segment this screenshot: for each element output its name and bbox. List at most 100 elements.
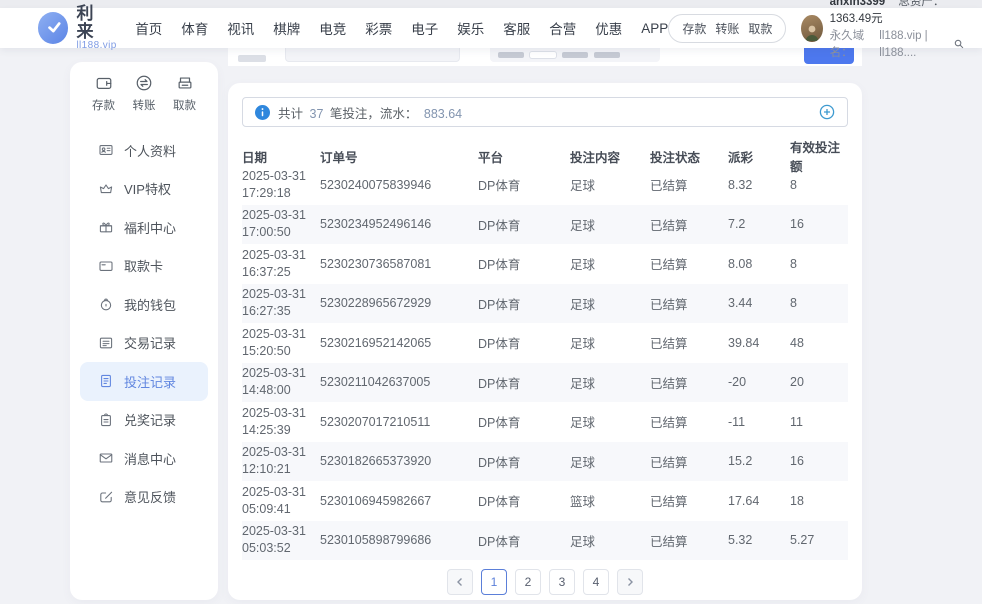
page-button[interactable]: 4 xyxy=(583,569,609,595)
nav-item[interactable]: 棋牌 xyxy=(273,18,300,38)
column-header: 日期 xyxy=(242,147,320,166)
permanent-domain-label: 永久域名： xyxy=(830,28,877,63)
cell-bet-content: 足球 xyxy=(570,412,650,431)
cell-date: 2025-03-31 15:20:50 xyxy=(242,326,320,360)
cell-platform: DP体育 xyxy=(478,175,570,194)
cell-order-number: 5230211042637005 xyxy=(320,375,478,389)
nav-item[interactable]: 电竞 xyxy=(319,18,346,38)
table-row: 2025-03-31 15:20:50 5230216952142065 DP体… xyxy=(242,323,848,363)
next-page-button[interactable] xyxy=(617,569,643,595)
cell-date: 2025-03-31 05:03:52 xyxy=(242,523,320,557)
withdraw-icon xyxy=(176,74,194,92)
turnover-value: 883.64 xyxy=(424,107,462,121)
sidebar-item-label: 投注记录 xyxy=(124,372,176,391)
sidebar-item[interactable]: 消息中心 xyxy=(70,439,218,478)
wallet-link[interactable]: 存款 xyxy=(682,20,706,37)
sidebar-item[interactable]: 投注记录 xyxy=(80,362,208,401)
avatar[interactable] xyxy=(801,15,822,42)
chevron-right-icon xyxy=(625,577,635,587)
pagination: 1234 xyxy=(228,569,862,595)
brand-logo[interactable]: 利来 ll188.vip xyxy=(38,5,118,51)
sidebar-item-label: VIP特权 xyxy=(124,179,171,198)
sidebar-item[interactable]: VIP特权 xyxy=(70,170,218,209)
vip-crown-icon xyxy=(98,181,114,197)
main-nav: 首页体育视讯棋牌电竞彩票电子娱乐客服合营优惠 APP xyxy=(135,18,668,38)
cell-platform: DP体育 xyxy=(478,373,570,392)
nav-item[interactable]: 优惠 xyxy=(595,18,622,38)
sidebar-item[interactable]: 取款卡 xyxy=(70,247,218,286)
table-row: 2025-03-31 05:03:52 5230105898799686 DP体… xyxy=(242,521,848,561)
cell-platform: DP体育 xyxy=(478,333,570,352)
cell-date: 2025-03-31 05:09:41 xyxy=(242,484,320,518)
nav-item[interactable]: 娱乐 xyxy=(457,18,484,38)
user-account-block[interactable]: anxin3399 总资产： 1363.49元 永久域名： ll188.vip … xyxy=(801,0,964,63)
sidebar-item[interactable]: 兑奖记录 xyxy=(70,401,218,440)
search-icon[interactable] xyxy=(954,39,964,51)
bank-card-icon xyxy=(98,258,114,274)
cell-date: 2025-03-31 17:29:18 xyxy=(242,168,320,202)
cell-bet-status: 已结算 xyxy=(650,412,728,431)
cell-valid-bet: 16 xyxy=(790,217,848,231)
quick-action[interactable]: 存款 xyxy=(92,74,115,113)
nav-item[interactable]: 电子 xyxy=(411,18,438,38)
cell-payout: 7.2 xyxy=(728,217,790,231)
bet-records-panel: 共计 37 笔投注，流水： 883.64 日期订单号平台投注内容投注状态派彩有效… xyxy=(228,83,862,600)
summary-prefix: 共计 xyxy=(278,107,303,121)
page-button[interactable]: 2 xyxy=(515,569,541,595)
bottom-strip xyxy=(0,604,982,614)
cell-valid-bet: 5.27 xyxy=(790,533,848,547)
nav-item[interactable]: 首页 xyxy=(135,18,162,38)
username: anxin3399 xyxy=(830,0,886,8)
sidebar-item[interactable]: 个人资料 xyxy=(70,131,218,170)
table-row: 2025-03-31 17:29:18 5230240075839946 DP体… xyxy=(242,165,848,205)
nav-item[interactable]: 视讯 xyxy=(227,18,254,38)
column-header: 有效投注额 xyxy=(790,137,848,175)
sidebar-item[interactable]: 交易记录 xyxy=(70,324,218,363)
transactions-icon xyxy=(98,335,114,351)
wallet-link[interactable]: 取款 xyxy=(748,20,772,37)
page-button[interactable]: 1 xyxy=(481,569,507,595)
quick-action[interactable]: 取款 xyxy=(173,74,196,113)
nav-item[interactable]: APP xyxy=(641,21,668,36)
nav-item[interactable]: 彩票 xyxy=(365,18,392,38)
prev-page-button[interactable] xyxy=(447,569,473,595)
nav-item[interactable]: 合营 xyxy=(549,18,576,38)
cell-date: 2025-03-31 16:37:25 xyxy=(242,247,320,281)
filter-segmented-control[interactable] xyxy=(490,48,660,62)
cell-payout: 8.32 xyxy=(728,178,790,192)
column-header: 投注内容 xyxy=(570,147,650,166)
page-body: 存款 转账 取款 个人资料 VIP特权 福利中心 xyxy=(0,48,982,614)
cell-order-number: 5230207017210511 xyxy=(320,415,478,429)
sidebar-item[interactable]: 我的钱包 xyxy=(70,285,218,324)
sidebar-item[interactable]: 福利中心 xyxy=(70,208,218,247)
sidebar-item[interactable]: 意见反馈 xyxy=(70,478,218,517)
cell-bet-content: 篮球 xyxy=(570,491,650,510)
wallet-link[interactable]: 转账 xyxy=(715,20,739,37)
cell-bet-status: 已结算 xyxy=(650,491,728,510)
sidebar-quick-actions: 存款 转账 取款 xyxy=(70,74,218,113)
filter-date-input[interactable] xyxy=(285,48,460,62)
cell-order-number: 5230240075839946 xyxy=(320,178,478,192)
cell-platform: DP体育 xyxy=(478,294,570,313)
page-button[interactable]: 3 xyxy=(549,569,575,595)
quick-action[interactable]: 转账 xyxy=(133,74,156,113)
cell-order-number: 5230228965672929 xyxy=(320,296,478,310)
cell-platform: DP体育 xyxy=(478,531,570,550)
cell-bet-status: 已结算 xyxy=(650,294,728,313)
cell-bet-status: 已结算 xyxy=(650,254,728,273)
cell-bet-content: 足球 xyxy=(570,531,650,550)
cell-date: 2025-03-31 16:27:35 xyxy=(242,286,320,320)
table-header-row: 日期订单号平台投注内容投注状态派彩有效投注额 xyxy=(242,137,848,165)
sidebar-item-label: 意见反馈 xyxy=(124,487,176,506)
summary-bar: 共计 37 笔投注，流水： 883.64 xyxy=(242,97,848,127)
nav-item[interactable]: 客服 xyxy=(503,18,530,38)
cell-valid-bet: 16 xyxy=(790,454,848,468)
cell-order-number: 5230234952496146 xyxy=(320,217,478,231)
quick-action-label: 取款 xyxy=(173,97,196,113)
sidebar: 存款 转账 取款 个人资料 VIP特权 福利中心 xyxy=(70,62,218,600)
nav-item[interactable]: 体育 xyxy=(181,18,208,38)
expand-plus-icon[interactable] xyxy=(819,104,835,120)
cell-payout: -11 xyxy=(728,415,790,429)
column-header: 订单号 xyxy=(320,147,478,166)
table-row: 2025-03-31 16:27:35 5230228965672929 DP体… xyxy=(242,284,848,324)
